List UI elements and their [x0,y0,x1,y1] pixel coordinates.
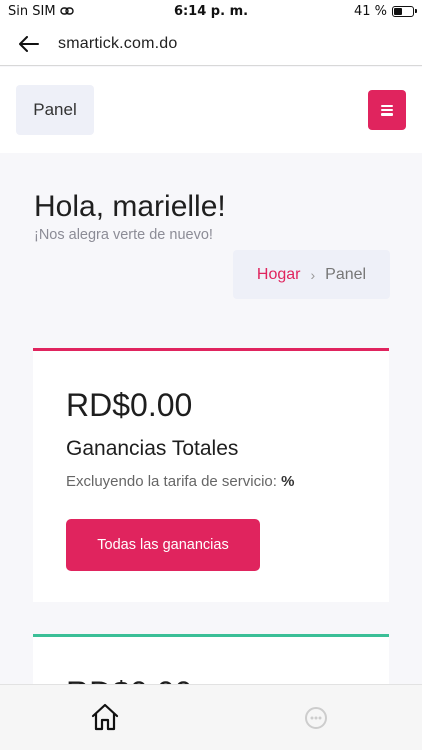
earnings-amount: RD$0.00 [66,387,193,423]
battery-fill [394,7,403,15]
breadcrumb-home-link[interactable]: Hogar [257,266,301,284]
bottom-nav [0,684,422,750]
back-button[interactable] [0,22,58,66]
page-subtitle: ¡Nos alegra verte de nuevo! [34,227,213,243]
panel-logo-button[interactable]: Panel [16,85,94,135]
url-text[interactable]: smartick.com.do [58,35,177,53]
breadcrumb: Hogar › Panel [233,250,390,299]
status-right: 41 % [353,3,417,19]
menu-button[interactable] [368,90,406,130]
carrier-label: Sin SIM [8,3,56,19]
status-left: Sin SIM [8,4,74,19]
app-header: Panel [0,67,422,153]
all-earnings-button[interactable]: Todas las ganancias [66,519,260,571]
total-earnings-card: RD$0.00 Ganancias Totales Excluyendo la … [33,348,389,602]
battery-percent: 41 % [353,3,387,19]
link-icon [59,7,74,15]
home-icon[interactable] [89,701,121,733]
service-fee-value: % [281,473,295,490]
breadcrumb-separator: › [310,266,316,283]
hamburger-icon [381,104,393,116]
earnings-subtitle: Excluyendo la tarifa de servicio: % [66,473,294,490]
earnings-title: Ganancias Totales [66,437,239,460]
browser-address-bar: smartick.com.do [0,22,422,66]
arrow-left-icon [19,35,39,52]
service-fee-label: Excluyendo la tarifa de servicio: [66,473,277,490]
breadcrumb-current: Panel [325,265,367,283]
page-title: Hola, marielle! [34,190,226,223]
battery-icon [392,5,417,17]
status-bar: Sin SIM 6:14 p. m. 41 % [0,0,422,22]
chat-icon[interactable] [303,705,329,731]
greeting: Hola, marielle! ¡Nos alegra verte de nue… [34,190,226,243]
